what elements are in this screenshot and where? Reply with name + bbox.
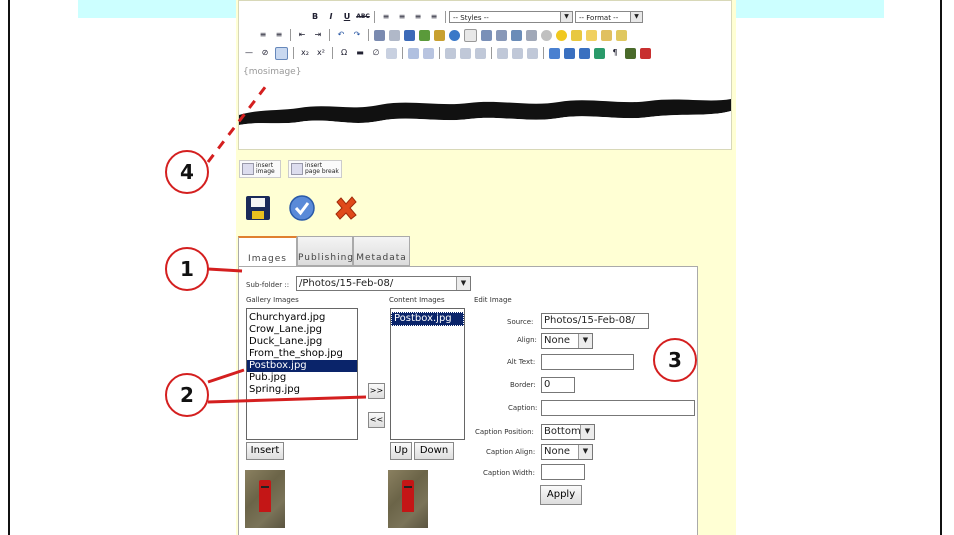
callout-4: 4 (165, 150, 209, 194)
callout-1: 1 (165, 247, 209, 291)
callout-2: 2 (165, 373, 209, 417)
annotation-lines (206, 85, 367, 404)
callout-3: 3 (653, 338, 697, 382)
